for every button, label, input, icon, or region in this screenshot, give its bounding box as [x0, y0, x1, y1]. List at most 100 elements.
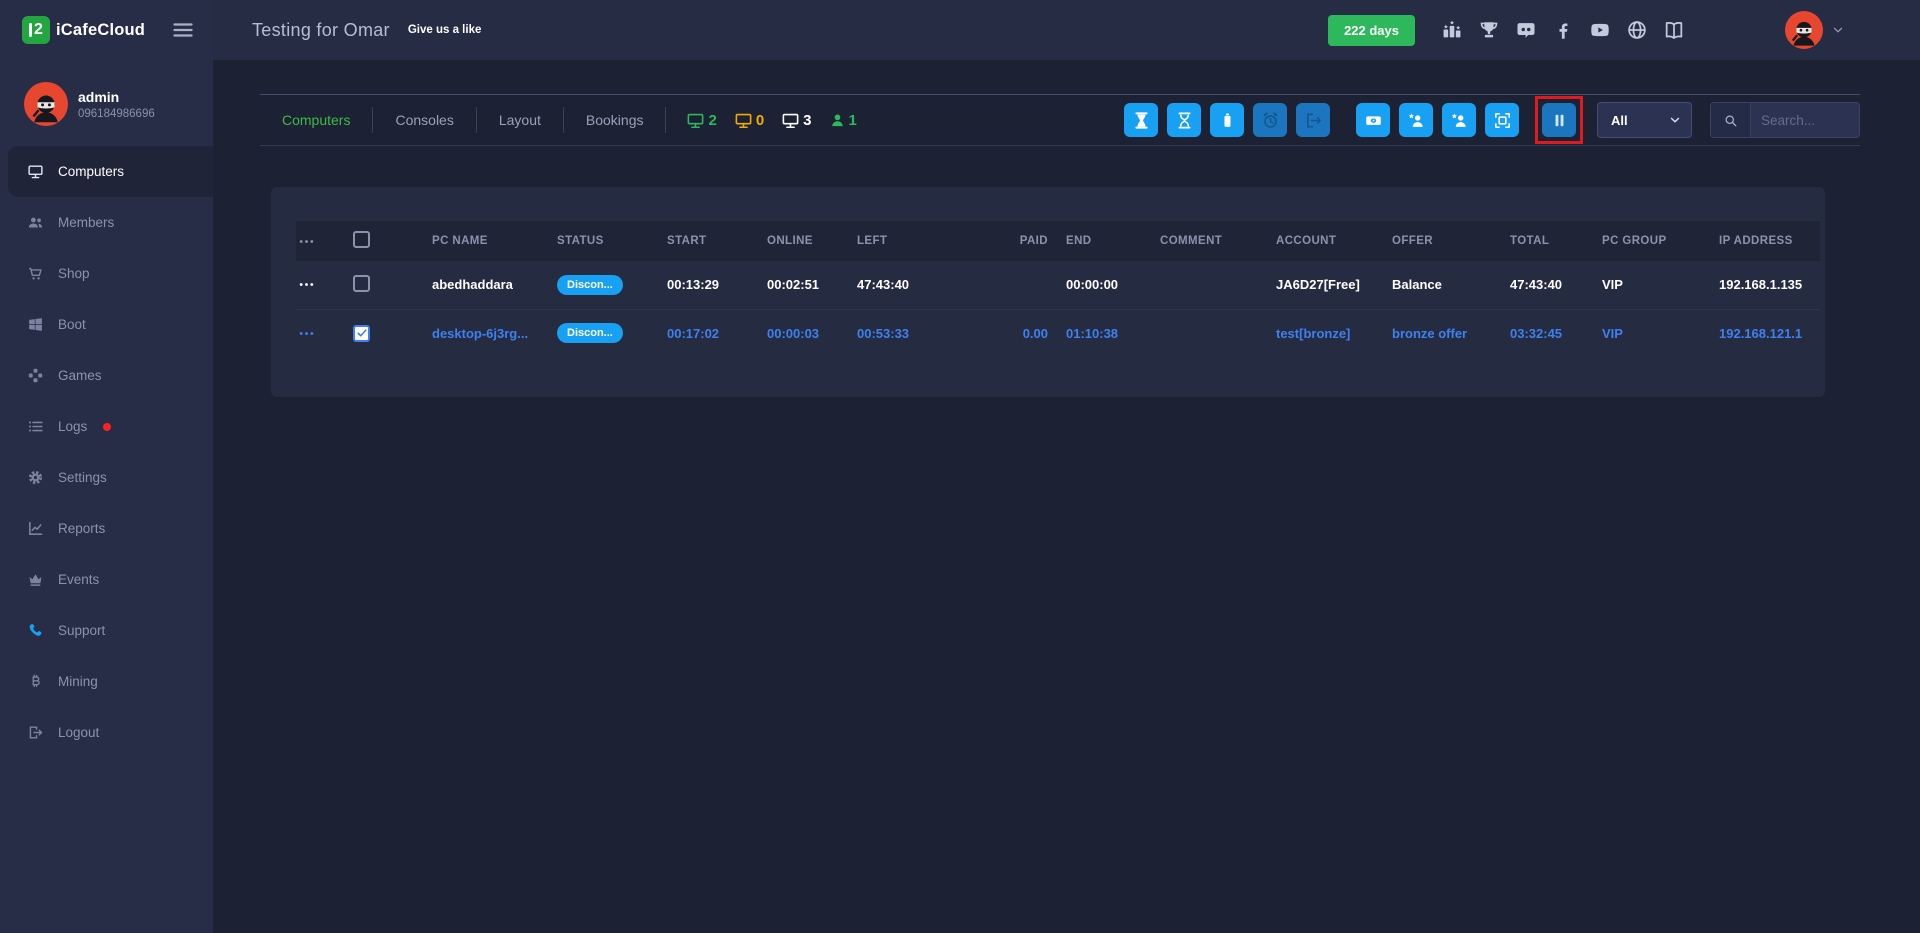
account-menu[interactable] — [1785, 11, 1845, 49]
computers-table: PC NAME STATUS START ONLINE LEFT PAID EN… — [296, 221, 1820, 357]
add-guest-icon — [1450, 111, 1469, 130]
topbar-right: 222 days — [1328, 11, 1920, 49]
sidebar: admin 096184986696 Computers Members Sho… — [0, 60, 213, 933]
account-cell: test[bronze] — [1274, 309, 1390, 357]
start-cell: 00:13:29 — [665, 261, 765, 309]
hamburger-menu-button[interactable] — [171, 18, 195, 42]
col-offer: OFFER — [1390, 221, 1508, 261]
alarm-button[interactable] — [1253, 103, 1287, 137]
tab-bookings[interactable]: Bookings — [564, 107, 667, 133]
hourglass-outline-button[interactable] — [1167, 103, 1201, 137]
manual-book-icon[interactable] — [1663, 19, 1685, 41]
toolbar: Computers Consoles Layout Bookings 2 0 3… — [260, 94, 1860, 146]
table-row: abedhaddara Discon... 00:13:29 00:02:51 … — [296, 261, 1820, 309]
ip-address-cell: 192.168.1.135 — [1717, 261, 1820, 309]
money-button[interactable] — [1356, 103, 1390, 137]
action-buttons — [1115, 96, 1583, 144]
discord-icon[interactable] — [1515, 19, 1537, 41]
icafecloud-app: 2 iCafeCloud Testing for Omar Give us a … — [0, 0, 1920, 933]
comment-cell — [1158, 309, 1274, 357]
page-title: Testing for Omar — [252, 20, 390, 41]
sign-out-session-button[interactable] — [1296, 103, 1330, 137]
sidebar-item-reports[interactable]: Reports — [0, 503, 213, 554]
pc-name-link[interactable]: abedhaddara — [432, 277, 513, 292]
check-icon — [356, 327, 368, 339]
end-cell: 01:10:38 — [1064, 309, 1158, 357]
phone-icon — [27, 622, 44, 639]
give-us-a-like-link[interactable]: Give us a like — [408, 24, 482, 36]
offer-cell: bronze offer — [1390, 309, 1508, 357]
trophy-icon[interactable] — [1478, 19, 1500, 41]
facebook-icon[interactable] — [1552, 19, 1574, 41]
tab-consoles[interactable]: Consoles — [373, 107, 476, 133]
sidebar-item-computers[interactable]: Computers — [8, 146, 213, 197]
logs-alert-badge — [103, 423, 111, 431]
youtube-icon[interactable] — [1589, 19, 1611, 41]
row-menu-button[interactable] — [298, 274, 320, 296]
pc-group-filter[interactable]: All — [1597, 102, 1692, 138]
col-pc-name: PC NAME — [430, 221, 555, 261]
cart-icon — [27, 265, 44, 282]
people-icon — [27, 214, 44, 231]
table-header-row: PC NAME STATUS START ONLINE LEFT PAID EN… — [296, 221, 1820, 261]
avatar — [1785, 11, 1823, 49]
account-cell: JA6D27[Free] — [1274, 261, 1390, 309]
screenshot-button[interactable] — [1485, 103, 1519, 137]
user-avatar — [24, 82, 68, 126]
sidebar-item-games[interactable]: Games — [0, 350, 213, 401]
monitor-green-icon — [686, 111, 705, 130]
sidebar-item-support[interactable]: Support — [0, 605, 213, 656]
person-green-icon — [829, 112, 846, 129]
user-phone: 096184986696 — [78, 108, 155, 120]
pc-group-cell: VIP — [1600, 261, 1717, 309]
hourglass-outline-icon — [1175, 111, 1194, 130]
row-menu-button[interactable] — [298, 322, 320, 344]
col-left: LEFT — [855, 221, 1012, 261]
header-menu-button[interactable] — [298, 230, 320, 252]
annotation-highlight — [1535, 96, 1583, 144]
col-account: ACCOUNT — [1274, 221, 1390, 261]
view-tabs: Computers Consoles Layout Bookings — [260, 95, 666, 145]
logout-icon — [27, 724, 44, 741]
pause-button[interactable] — [1542, 103, 1576, 137]
row-checkbox[interactable] — [353, 275, 370, 292]
select-all-checkbox[interactable] — [353, 231, 370, 248]
sidebar-item-logs[interactable]: Logs — [0, 401, 213, 452]
pc-group-cell: VIP — [1600, 309, 1717, 357]
tab-layout[interactable]: Layout — [477, 107, 564, 133]
monitor-yellow-icon — [734, 111, 753, 130]
sidebar-item-mining[interactable]: Mining — [0, 656, 213, 707]
days-remaining-button[interactable]: 222 days — [1328, 15, 1415, 46]
globe-icon[interactable] — [1626, 19, 1648, 41]
search-input[interactable] — [1751, 103, 1859, 137]
ranking-icon[interactable] — [1441, 19, 1463, 41]
hourglass-filled-icon — [1132, 111, 1151, 130]
col-pc-group: PC GROUP — [1600, 221, 1717, 261]
col-status: STATUS — [555, 221, 665, 261]
status-badge: Discon... — [557, 275, 623, 295]
add-member-button[interactable] — [1399, 103, 1433, 137]
sidebar-item-events[interactable]: Events — [0, 554, 213, 605]
sidebar-item-shop[interactable]: Shop — [0, 248, 213, 299]
bitcoin-icon — [27, 673, 44, 690]
battery-icon — [1218, 111, 1237, 130]
hourglass-filled-button[interactable] — [1124, 103, 1158, 137]
row-checkbox-checked[interactable] — [353, 325, 370, 342]
left-cell: 47:43:40 — [855, 261, 1012, 309]
sidebar-item-members[interactable]: Members — [0, 197, 213, 248]
status-counters: 2 0 3 1 — [686, 111, 856, 130]
sidebar-item-settings[interactable]: Settings — [0, 452, 213, 503]
windows-icon — [27, 316, 44, 333]
chevron-down-icon — [1831, 23, 1845, 37]
tab-computers[interactable]: Computers — [260, 107, 373, 133]
sidebar-item-boot[interactable]: Boot — [0, 299, 213, 350]
battery-button[interactable] — [1210, 103, 1244, 137]
sidebar-item-logout[interactable]: Logout — [0, 707, 213, 758]
brand[interactable]: 2 iCafeCloud — [0, 0, 213, 60]
pc-name-link[interactable]: desktop-6j3rg... — [432, 326, 528, 341]
search-box — [1710, 102, 1860, 138]
col-total: TOTAL — [1508, 221, 1600, 261]
add-guest-button[interactable] — [1442, 103, 1476, 137]
ellipsis-icon — [298, 233, 315, 250]
comment-cell — [1158, 261, 1274, 309]
